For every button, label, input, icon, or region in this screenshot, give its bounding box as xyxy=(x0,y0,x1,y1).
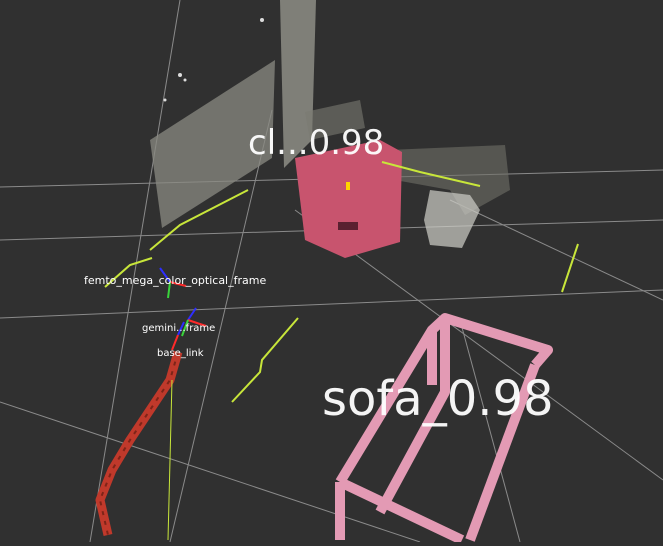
rviz-3d-viewport[interactable]: femto_mega_color_optical_frame gemini...… xyxy=(0,0,663,545)
sofa-label: sofa_0.98 xyxy=(322,371,554,427)
frame-label-camera: femto_mega_color_optical_frame xyxy=(84,274,266,287)
frame-label-base: base_link xyxy=(157,348,204,359)
cluster-label: cl...0.98 xyxy=(248,123,384,163)
frame-label-overlap: gemini...frame xyxy=(142,323,215,334)
scene-canvas[interactable]: femto_mega_color_optical_frame gemini...… xyxy=(0,0,663,545)
